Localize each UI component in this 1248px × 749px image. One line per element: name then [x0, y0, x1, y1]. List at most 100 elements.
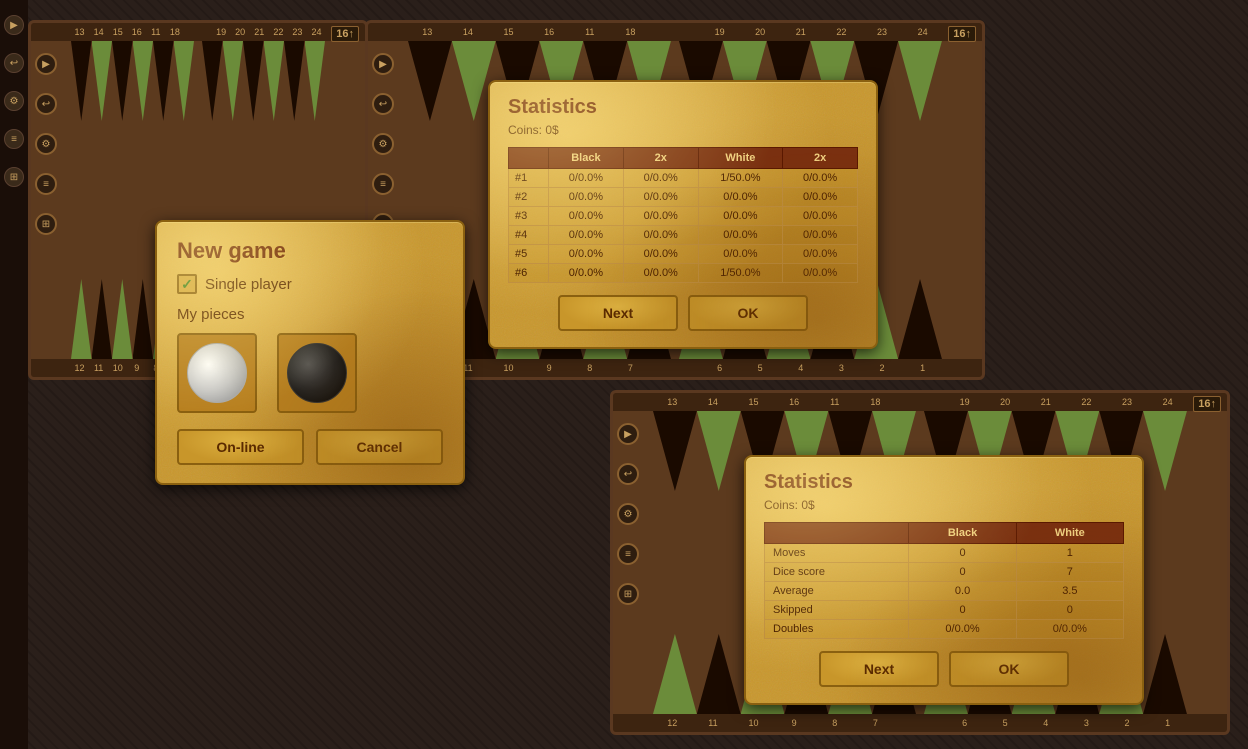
board-settings-btn-tl[interactable]: ⚙ [35, 133, 57, 155]
stats-2-row: Average 0.0 3.5 [765, 582, 1124, 601]
stats-2-row: Dice score 0 7 [765, 563, 1124, 582]
stats-1-white: 0/0.0% [698, 188, 783, 207]
triangles-top-tl [71, 41, 325, 121]
stats-2-white: 3.5 [1016, 582, 1123, 601]
stats-coins-2: Coins: 0$ [764, 498, 1124, 512]
stats-1-round: #1 [509, 169, 549, 188]
board-grid-btn-br[interactable]: ⊞ [617, 583, 639, 605]
stats-1-ok-button[interactable]: OK [688, 295, 808, 331]
stats-2-black: 0 [909, 544, 1016, 563]
stats-2-row: Skipped 0 0 [765, 601, 1124, 620]
play-button[interactable]: ▶ [4, 15, 24, 35]
stats-1-row: #5 0/0.0% 0/0.0% 0/0.0% 0/0.0% [509, 245, 858, 264]
new-game-buttons: On-line Cancel [177, 429, 443, 465]
board-grid-btn-tl[interactable]: ⊞ [35, 213, 57, 235]
black-piece-option[interactable] [277, 333, 357, 413]
stats-1-black2x: 0/0.0% [623, 169, 698, 188]
stats-1-white2x: 0/0.0% [783, 245, 858, 264]
stats-1-round: #3 [509, 207, 549, 226]
stats-1-round: #5 [509, 245, 549, 264]
white-piece-circle [187, 343, 247, 403]
stats-1-black2x: 0/0.0% [623, 226, 698, 245]
stats-1-white2x: 0/0.0% [783, 207, 858, 226]
stats-2-label: Doubles [765, 620, 909, 639]
board-play-btn-br[interactable]: ▶ [617, 423, 639, 445]
stats-col-white2x: 2x [783, 148, 858, 169]
stats-1-white: 0/0.0% [698, 245, 783, 264]
board-list-btn-br[interactable]: ≡ [617, 543, 639, 565]
board-score-tl: 16↑ [331, 26, 359, 42]
stats-1-black: 0/0.0% [548, 226, 623, 245]
board-undo-btn-tl[interactable]: ↩ [35, 93, 57, 115]
board-numbers-br-bottom: 121110987 654321 [613, 714, 1227, 732]
stats-1-buttons: Next OK [508, 295, 858, 331]
stats-table-1: Black 2x White 2x #1 0/0.0% 0/0.0% 1/50.… [508, 147, 858, 283]
stats-2-label: Moves [765, 544, 909, 563]
list-button[interactable]: ≡ [4, 129, 24, 149]
stats-1-white: 0/0.0% [698, 207, 783, 226]
stats-2-label: Skipped [765, 601, 909, 620]
stats-1-black: 0/0.0% [548, 188, 623, 207]
stats-2-black: 0 [909, 563, 1016, 582]
settings-button[interactable]: ⚙ [4, 91, 24, 111]
statistics-dialog-1: Statistics Coins: 0$ Black 2x White 2x #… [488, 80, 878, 349]
stats-2-white: 7 [1016, 563, 1123, 582]
stats-1-black: 0/0.0% [548, 207, 623, 226]
stats-2-row: Doubles 0/0.0% 0/0.0% [765, 620, 1124, 639]
new-game-title: New game [177, 238, 443, 264]
stats-2-black: 0.0 [909, 582, 1016, 601]
stats-1-white2x: 0/0.0% [783, 169, 858, 188]
checkmark-icon: ✓ [181, 276, 193, 293]
stats-1-row: #4 0/0.0% 0/0.0% 0/0.0% 0/0.0% [509, 226, 858, 245]
stats-2-black: 0 [909, 601, 1016, 620]
new-game-dialog: New game ✓ Single player My pieces On-li… [155, 220, 465, 485]
stats-2-row: Moves 0 1 [765, 544, 1124, 563]
stats-1-round: #4 [509, 226, 549, 245]
stats-2-buttons: Next OK [764, 651, 1124, 687]
board-numbers-br-top: 131415161118 192021222324 [613, 393, 1227, 411]
board-numbers-top-left-top: 131415161118 192021222324 [31, 23, 365, 41]
stats-1-next-button[interactable]: Next [558, 295, 678, 331]
stats-2-label: Dice score [765, 563, 909, 582]
single-player-label: Single player [205, 276, 292, 293]
stats-col-white: White [698, 148, 783, 169]
grid-button[interactable]: ⊞ [4, 167, 24, 187]
stats-1-row: #2 0/0.0% 0/0.0% 0/0.0% 0/0.0% [509, 188, 858, 207]
board-list-btn-tr[interactable]: ≡ [372, 173, 394, 195]
board-undo-btn-tr[interactable]: ↩ [372, 93, 394, 115]
stats-1-black: 0/0.0% [548, 169, 623, 188]
stats-1-black2x: 0/0.0% [623, 207, 698, 226]
stats2-col-white: White [1016, 523, 1123, 544]
stats-1-black: 0/0.0% [548, 264, 623, 283]
stats-2-next-button[interactable]: Next [819, 651, 939, 687]
board-list-btn-tl[interactable]: ≡ [35, 173, 57, 195]
board-settings-btn-tr[interactable]: ⚙ [372, 133, 394, 155]
white-piece-option[interactable] [177, 333, 257, 413]
stats-title-2: Statistics [764, 471, 1124, 494]
stats-1-white: 1/50.0% [698, 264, 783, 283]
stats-col-round [509, 148, 549, 169]
stats-1-white2x: 0/0.0% [783, 226, 858, 245]
stats-1-black: 0/0.0% [548, 245, 623, 264]
stats-2-white: 1 [1016, 544, 1123, 563]
stats2-col-label [765, 523, 909, 544]
stats-1-black2x: 0/0.0% [623, 188, 698, 207]
stats-1-black2x: 0/0.0% [623, 245, 698, 264]
stats-1-row: #1 0/0.0% 0/0.0% 1/50.0% 0/0.0% [509, 169, 858, 188]
board-play-btn-tr[interactable]: ▶ [372, 53, 394, 75]
stats-2-white: 0/0.0% [1016, 620, 1123, 639]
stats-title-1: Statistics [508, 96, 858, 119]
statistics-dialog-2: Statistics Coins: 0$ Black White Moves 0… [744, 455, 1144, 705]
stats-2-ok-button[interactable]: OK [949, 651, 1069, 687]
board-settings-btn-br[interactable]: ⚙ [617, 503, 639, 525]
stats-2-white: 0 [1016, 601, 1123, 620]
undo-button[interactable]: ↩ [4, 53, 24, 73]
cancel-button[interactable]: Cancel [316, 429, 443, 465]
board-undo-btn-br[interactable]: ↩ [617, 463, 639, 485]
online-button[interactable]: On-line [177, 429, 304, 465]
single-player-row: ✓ Single player [177, 274, 443, 294]
stats-1-white2x: 0/0.0% [783, 188, 858, 207]
board-numbers-tr-top: 131415161118 192021222324 [368, 23, 982, 41]
single-player-checkbox[interactable]: ✓ [177, 274, 197, 294]
board-play-btn-tl[interactable]: ▶ [35, 53, 57, 75]
